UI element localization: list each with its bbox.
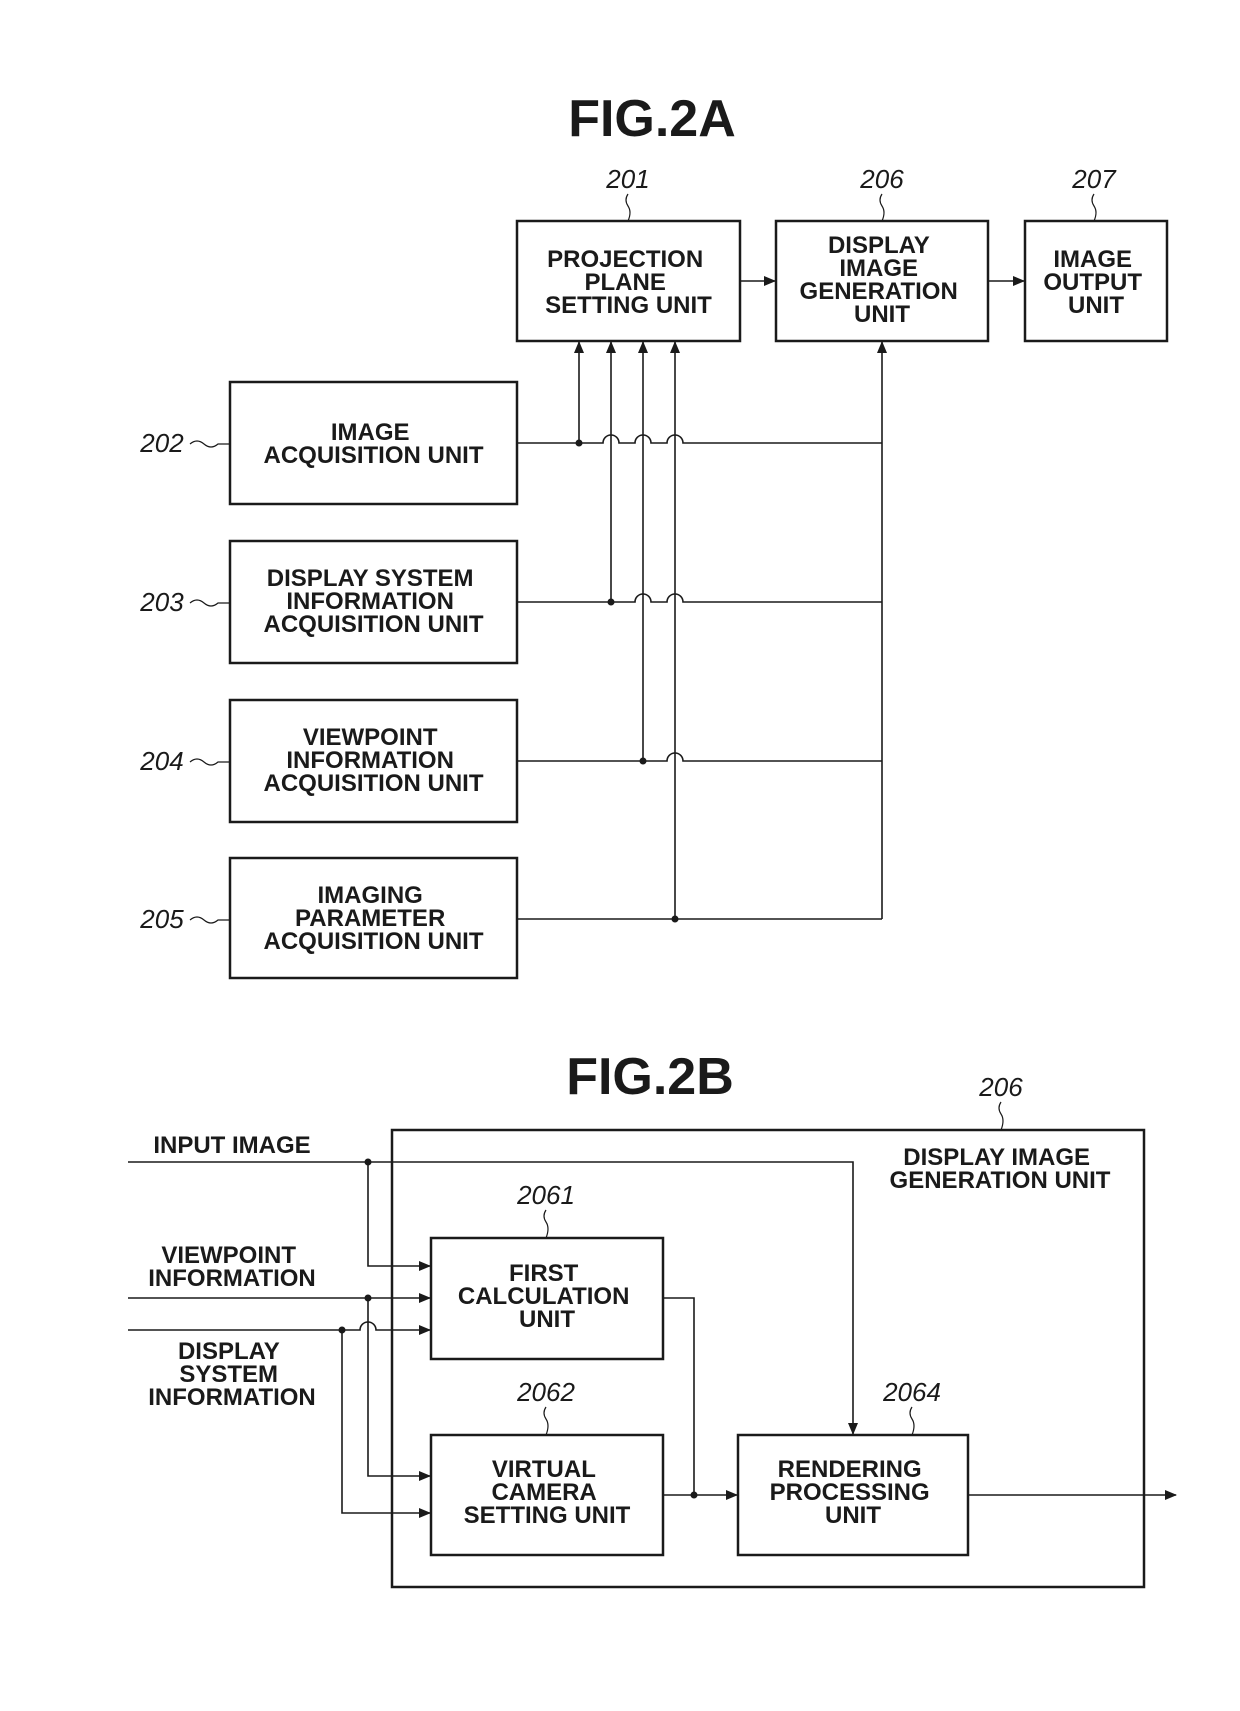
block-206-display-image-generation-unit: DISPLAY IMAGE GENERATION UNIT 206 [774,164,990,343]
ref-203: 203 [139,587,184,617]
leader-206 [879,193,885,222]
wire-input-image-to-2061 [367,1162,431,1271]
container-206-label: DISPLAY IMAGE GENERATION UNIT [890,1144,1111,1194]
junction-display-system [338,1326,346,1334]
junction-input-image [364,1158,372,1166]
leader-207 [1091,193,1097,222]
display-system-information-label: DISPLAY SYSTEM INFORMATION [148,1338,316,1411]
fig-2b-title: FIG.2B [566,1048,734,1106]
junction-204 [639,757,647,765]
leader-203 [189,599,230,607]
viewpoint-information-label: VIEWPOINT INFORMATION [148,1242,316,1292]
wire-display-system-to-2061 [128,1321,431,1335]
leader-205 [189,916,230,924]
junction-203 [607,598,615,606]
wire-viewpoint-to-2062 [367,1298,431,1481]
leader-2062 [543,1406,549,1436]
ref-2064: 2064 [882,1377,941,1407]
input-image-label: INPUT IMAGE [153,1132,310,1159]
ref-202: 202 [139,428,184,458]
block-202-image-acquisition-unit: IMAGE ACQUISITION UNIT 202 [139,380,519,506]
figure-2b: FIG.2B 206 DISPLAY IMAGE GENERATION UNIT… [128,1048,1177,1589]
ref-205: 205 [139,904,184,934]
block-207-image-output-unit: IMAGE OUTPUT UNIT 207 [1023,164,1169,343]
block-2062-virtual-camera-setting-unit: VIRTUAL CAMERA SETTING UNIT 2062 [429,1377,665,1557]
ref-2061: 2061 [516,1180,575,1210]
fig-2a-title: FIG.2A [568,90,736,148]
block-204-viewpoint-information-acquisition-unit: VIEWPOINT INFORMATION ACQUISITION UNIT 2… [139,698,519,824]
wire-203-bus [517,593,882,603]
leader-2061 [543,1209,549,1239]
block-201-projection-plane-setting-unit: PROJECTION PLANE SETTING UNIT 201 [515,164,742,343]
patent-figure-canvas: FIG.2A PROJECTION PLANE SETTING UNIT 201… [128,90,1177,1589]
ref-204: 204 [139,746,183,776]
wire-202-bus [517,434,882,444]
block-205-imaging-parameter-acquisition-unit: IMAGING PARAMETER ACQUISITION UNIT 205 [139,856,519,980]
block-2061-first-calculation-unit: FIRST CALCULATION UNIT 2061 [429,1180,665,1361]
ref-2062: 2062 [516,1377,575,1407]
ref-206: 206 [859,164,904,194]
figure-2a: FIG.2A PROJECTION PLANE SETTING UNIT 201… [139,90,1169,980]
block-203-display-system-information-acquisition-unit: DISPLAY SYSTEM INFORMATION ACQUISITION U… [139,539,519,665]
wire-2061-output [663,1297,695,1495]
junction-205 [671,915,679,923]
ref-201: 201 [605,164,649,194]
junction-viewpoint [364,1294,372,1302]
leader-201 [625,193,631,222]
leader-2064 [909,1406,915,1436]
leader-204 [189,758,230,766]
wire-204-bus [517,752,882,762]
ref-206-b: 206 [978,1072,1023,1102]
leader-202 [189,440,230,448]
fig-2a-wiring [517,341,887,923]
block-203-label: DISPLAY SYSTEM INFORMATION ACQUISITION U… [264,565,484,638]
wire-display-system-to-2062 [341,1330,431,1518]
ref-207: 207 [1071,164,1117,194]
junction-202 [575,439,583,447]
leader-206-b [998,1101,1004,1131]
junction-calc-output [690,1491,698,1499]
